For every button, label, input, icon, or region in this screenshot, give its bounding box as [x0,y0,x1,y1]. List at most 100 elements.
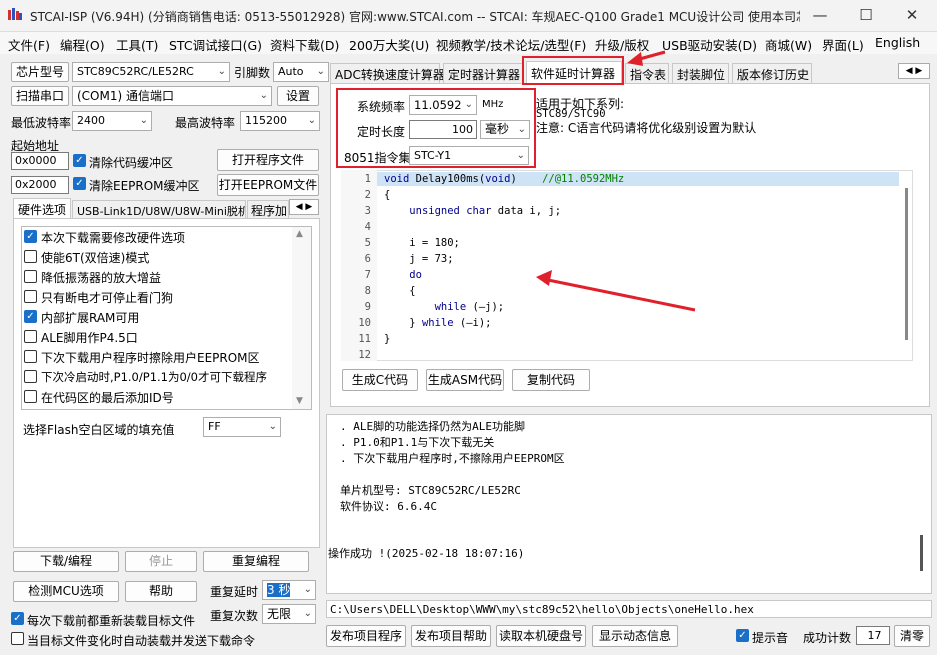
menu-video[interactable]: 视频教学/技术论坛/选型(F) [436,35,586,54]
scan-port-button[interactable]: 扫描串口 [11,86,69,106]
maximize-icon[interactable]: ☐ [843,0,889,32]
checkbox[interactable] [24,330,37,343]
line-number: 10 [358,317,371,329]
code-editor[interactable] [341,170,913,361]
success-count-value: 17 [856,626,890,645]
close-icon[interactable]: ✕ [889,0,935,32]
tab-usb-link[interactable]: USB-Link1D/U8W/U8W-Mini脱机 [72,200,246,218]
max-baud-value: 115200 [245,114,287,127]
scroll-down-icon[interactable]: ▼ [296,396,303,406]
menu-tools[interactable]: 工具(T) [116,35,158,54]
chevron-down-icon: ⌄ [303,608,312,619]
log-scrollbar[interactable] [920,535,923,571]
tab-scroll-arrows-icon[interactable]: ◀ ▶ [898,63,930,79]
hw-option-label: 使能6T(双倍速)模式 [41,251,150,265]
code-line: j = 73; [384,253,454,265]
max-baud-label: 最高波特率 [175,116,236,130]
repeat-program-button[interactable]: 重复编程 [203,551,309,572]
code-line: } while (—i); [384,317,492,329]
log-line: . P1.0和P1.1与下次下载无关 [340,436,495,449]
menu-ui[interactable]: 界面(L) [822,35,864,54]
code-line: while (—j); [434,301,505,313]
checkbox[interactable] [24,290,37,303]
menu-usb-driver[interactable]: USB驱动安装(D) [662,35,757,54]
menu-program[interactable]: 编程(O) [60,35,105,54]
repeat-count-value: 无限 [267,607,292,621]
clear-code-label: 清除代码缓冲区 [89,156,174,170]
show-dynamic-info-button[interactable]: 显示动态信息 [592,625,678,647]
open-program-file-button[interactable]: 打开程序文件 [217,149,319,171]
chevron-down-icon: ⌄ [139,115,148,126]
tab-instruction-table[interactable]: 指令表 [625,63,669,83]
tab-adc-calculator[interactable]: ADC转换速度计算器 [330,63,445,83]
menu-upgrade[interactable]: 升级/版权 [595,35,649,54]
publish-program-button[interactable]: 发布项目程序 [326,625,406,647]
repeat-count-label: 重复次数 [210,609,259,623]
max-baud-select[interactable]: 115200 ⌄ [240,111,320,131]
tab-program-add[interactable]: 程序加 [247,200,289,218]
stop-button[interactable]: 停止 [125,551,197,572]
port-select[interactable]: (COM1) 通信端口 ⌄ [72,86,272,106]
repeat-delay-select[interactable]: 3 秒 ⌄ [262,580,316,600]
download-program-button[interactable]: 下载/编程 [13,551,119,572]
menu-prize[interactable]: 200万大奖(U) [349,35,429,54]
auto-send-checkbox[interactable] [11,632,24,645]
line-number: 7 [364,269,371,281]
window-title: STCAI-ISP (V6.94H) (分销商销售电话: 0513-550129… [30,10,800,24]
editor-scrollbar[interactable] [905,188,908,340]
pin-count-value: Auto [278,65,304,78]
tab-version-history[interactable]: 版本修订历史 [732,63,812,83]
scroll-up-icon[interactable]: ▲ [296,229,303,239]
copy-code-button[interactable]: 复制代码 [512,369,590,391]
code-line: void Delay100ms(void) //@11.0592MHz [384,173,625,185]
chip-type-select[interactable]: STC89C52RC/LE52RC ⌄ [72,62,230,82]
code-line: i = 180; [384,237,460,249]
tab-hardware-options[interactable]: 硬件选项 [13,198,71,218]
help-button[interactable]: 帮助 [125,581,197,602]
clear-eeprom-checkbox[interactable]: ✓ [73,177,86,190]
clear-code-checkbox[interactable]: ✓ [73,154,86,167]
publish-help-button[interactable]: 发布项目帮助 [411,625,491,647]
chevron-down-icon: ⌄ [217,66,226,77]
tab-package-pins[interactable]: 封装脚位 [672,63,729,83]
code-address-input[interactable]: 0x0000 [11,152,69,170]
log-line: . ALE脚的功能选择仍然为ALE功能脚 [340,420,525,433]
log-line: 单片机型号: STC89C52RC/LE52RC [340,484,521,497]
checkbox[interactable] [24,370,37,383]
checkbox[interactable] [24,250,37,263]
reload-file-checkbox[interactable]: ✓ [11,612,24,625]
chevron-down-icon: ⌄ [259,90,268,101]
clear-count-button[interactable]: 清零 [894,625,930,647]
eeprom-address-input[interactable]: 0x2000 [11,176,69,194]
tab-scroll-arrows-icon[interactable]: ◀ ▶ [289,199,319,215]
menu-debug[interactable]: STC调试接口(G) [169,35,262,54]
generate-c-code-button[interactable]: 生成C代码 [342,369,418,391]
checkbox[interactable]: ✓ [24,310,37,323]
pin-count-select[interactable]: Auto ⌄ [273,62,329,82]
read-disk-id-button[interactable]: 读取本机硬盘号 [496,625,586,647]
checkbox[interactable] [24,270,37,283]
menu-file[interactable]: 文件(F) [8,35,50,54]
check-mcu-button[interactable]: 检测MCU选项 [13,581,119,602]
reload-file-label: 每次下载前都重新装载目标文件 [27,614,196,628]
minimize-icon[interactable]: — [797,0,843,32]
min-baud-select[interactable]: 2400 ⌄ [72,111,152,131]
beep-checkbox[interactable]: ✓ [736,629,749,642]
menu-download-docs[interactable]: 资料下载(D) [270,35,339,54]
open-eeprom-file-button[interactable]: 打开EEPROM文件 [217,174,319,196]
checkbox[interactable] [24,390,37,403]
generate-asm-code-button[interactable]: 生成ASM代码 [426,369,504,391]
code-line: } [384,333,391,345]
list-scrollbar[interactable] [292,227,311,409]
checkbox[interactable] [24,350,37,363]
tab-timer-calculator[interactable]: 定时器计算器 [443,63,523,83]
settings-highlight-box [336,88,536,168]
settings-button[interactable]: 设置 [277,86,319,106]
chevron-down-icon: ⌄ [303,584,312,595]
menu-english[interactable]: English [875,35,920,50]
checkbox[interactable]: ✓ [24,230,37,243]
menu-shop[interactable]: 商城(W) [765,35,812,54]
fill-value-select[interactable]: FF ⌄ [203,417,281,437]
file-path-field[interactable]: C:\Users\DELL\Desktop\WWW\my\stc89c52\he… [326,600,932,618]
repeat-count-select[interactable]: 无限 ⌄ [262,604,316,624]
